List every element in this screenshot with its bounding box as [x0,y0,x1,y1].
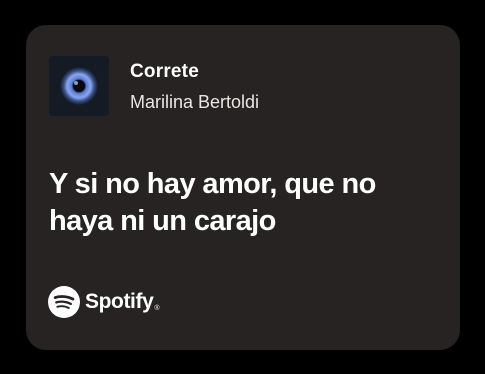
lyric-text: Y si no hay amor, que no haya ni un cara… [49,168,376,237]
spotify-wordmark: Spotify [85,290,154,313]
album-cover [49,56,109,116]
lyrics-share-card: Correte Marilina Bertoldi Y si no hay am… [26,25,460,350]
spotify-logo-icon [48,286,80,318]
trademark-symbol: ® [154,305,160,312]
track-artist: Marilina Bertoldi [130,92,260,112]
album-art-eye-image [49,56,109,116]
spotify-brand: Spotify ® [48,286,160,318]
track-title: Correte [130,61,199,82]
